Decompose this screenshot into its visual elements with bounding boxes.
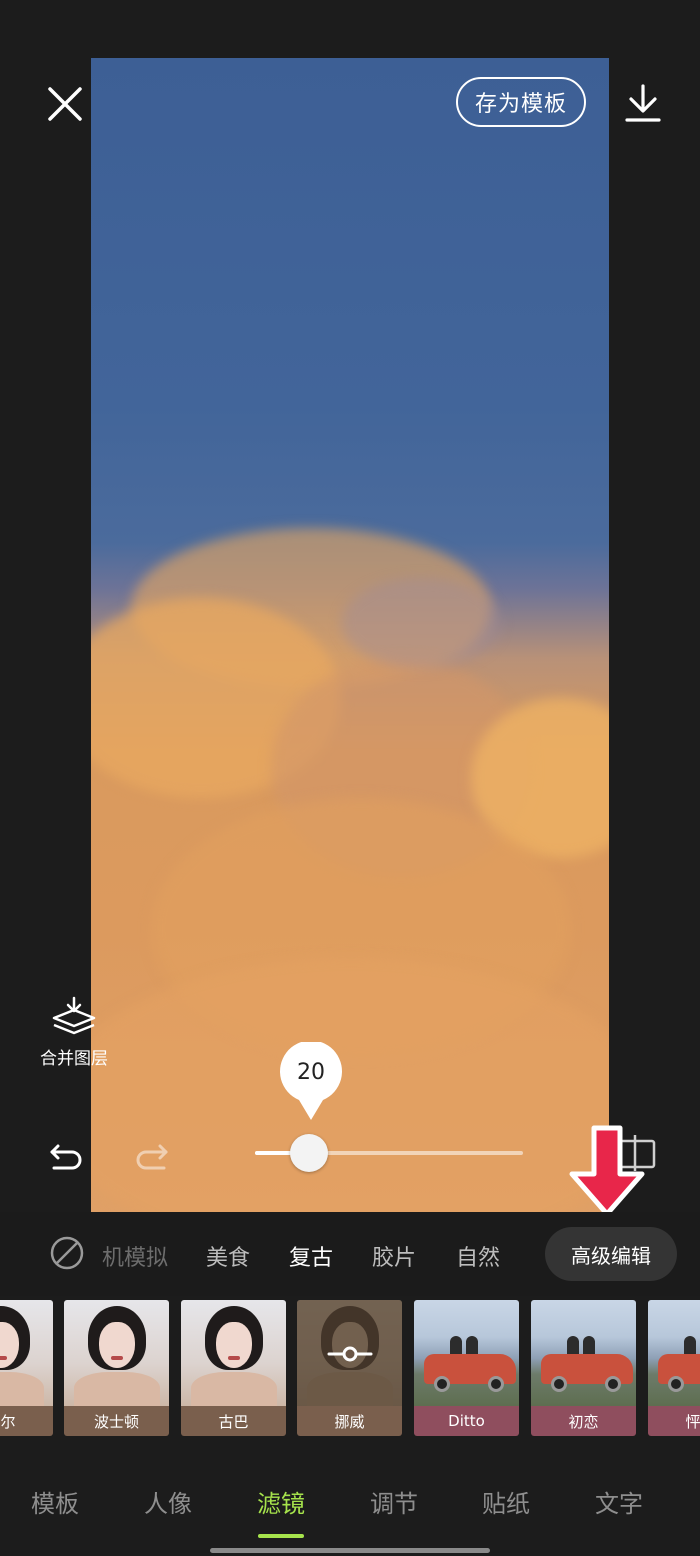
filter-item[interactable]: 初恋: [531, 1300, 636, 1436]
filter-name: 海尔: [0, 1406, 53, 1436]
annotation-arrow-icon: [569, 1125, 645, 1217]
adjust-slider-icon: [327, 1346, 373, 1362]
nav-text[interactable]: 文字: [595, 1484, 643, 1519]
merge-layers-label: 合并图层: [40, 1049, 108, 1069]
redo-icon: [136, 1144, 168, 1170]
slider-handle[interactable]: [290, 1134, 328, 1172]
filter-name: Ditto: [414, 1406, 519, 1436]
filter-item-selected[interactable]: 挪威: [297, 1300, 402, 1436]
bottom-nav: 模板 人像 滤镜 调节 贴纸 文字: [0, 1468, 700, 1534]
nav-active-indicator: [258, 1534, 304, 1538]
nav-sticker[interactable]: 贴纸: [482, 1484, 530, 1519]
intensity-slider[interactable]: [255, 1130, 523, 1176]
close-button[interactable]: [44, 83, 86, 125]
layers-merge-icon: [52, 996, 96, 1035]
category-nature[interactable]: 自然: [456, 1240, 500, 1272]
category-film[interactable]: 胶片: [372, 1240, 416, 1272]
advanced-edit-button[interactable]: 高级编辑: [545, 1227, 677, 1281]
filter-name: 初恋: [531, 1406, 636, 1436]
filter-name: 古巴: [181, 1406, 286, 1436]
nav-template[interactable]: 模板: [31, 1484, 79, 1519]
nav-portrait[interactable]: 人像: [144, 1484, 192, 1519]
redo-button[interactable]: [132, 1136, 172, 1176]
category-retro[interactable]: 复古: [289, 1240, 333, 1272]
slider-value-bubble: 20: [280, 1042, 342, 1122]
filter-item[interactable]: 怦然: [648, 1300, 700, 1436]
slider-value-label: 20: [297, 1060, 325, 1085]
save-template-button[interactable]: 存为模板: [456, 77, 586, 127]
merge-layers-button[interactable]: 合并图层: [30, 996, 118, 1069]
nav-adjust[interactable]: 调节: [370, 1484, 418, 1519]
filter-item[interactable]: 海尔: [0, 1300, 53, 1436]
nav-filter[interactable]: 滤镜: [257, 1484, 305, 1519]
photo-preview: [91, 58, 609, 1212]
undo-button[interactable]: [46, 1136, 86, 1176]
filter-name: 怦然: [648, 1406, 700, 1436]
home-indicator[interactable]: [210, 1548, 490, 1553]
filter-item[interactable]: 波士顿: [64, 1300, 169, 1436]
download-icon: [625, 84, 661, 122]
category-food[interactable]: 美食: [206, 1240, 250, 1272]
filter-name: 挪威: [297, 1406, 402, 1436]
category-camera-sim[interactable]: 机模拟: [102, 1240, 168, 1272]
filter-list: 海尔 波士顿 古巴 挪威 Ditto 初恋 怦然: [0, 1300, 700, 1436]
download-button[interactable]: [622, 82, 664, 126]
filter-name: 波士顿: [64, 1406, 169, 1436]
filter-item[interactable]: Ditto: [414, 1300, 519, 1436]
filter-item[interactable]: 古巴: [181, 1300, 286, 1436]
undo-icon: [50, 1144, 82, 1170]
no-filter-icon[interactable]: [50, 1236, 84, 1270]
close-icon: [48, 87, 82, 121]
